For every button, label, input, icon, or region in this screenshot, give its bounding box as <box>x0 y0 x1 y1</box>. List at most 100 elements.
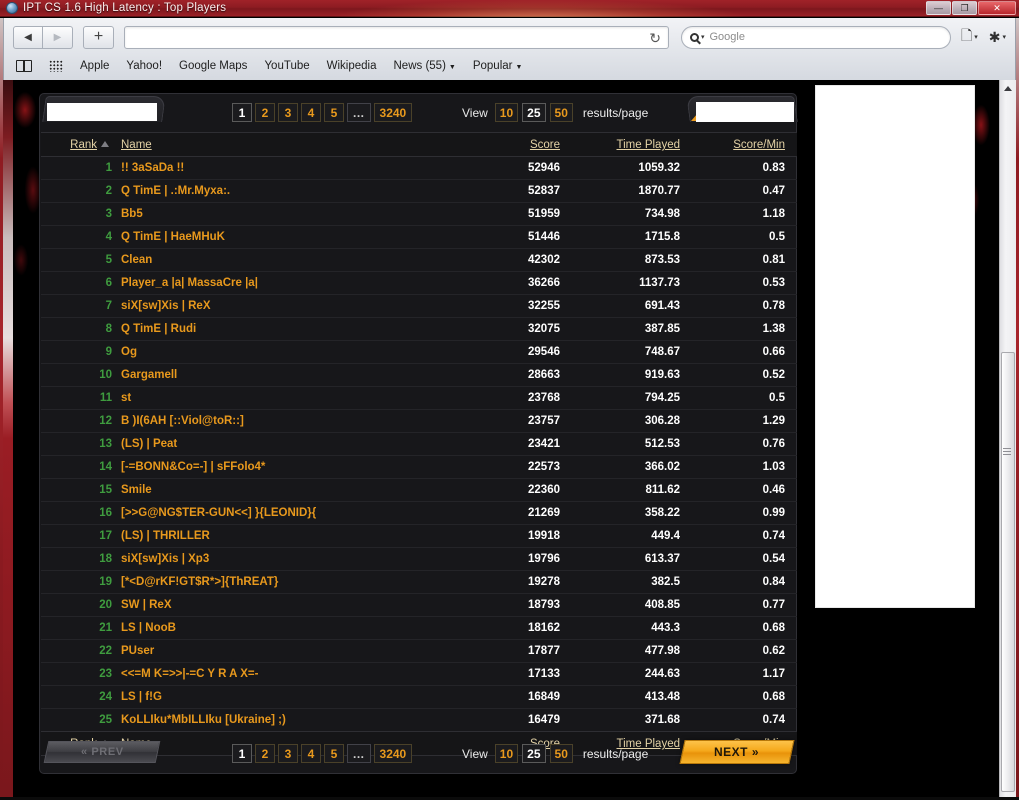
cell-player-name[interactable]: Q TimE | Rudi <box>115 318 465 341</box>
cell-rank: 14 <box>99 461 112 473</box>
cell-player-name[interactable]: [*<D@rKF!GT$R*>]{ThREAT} <box>115 571 465 594</box>
column-header-rank-label: Rank <box>70 139 97 151</box>
vertical-scrollbar[interactable] <box>999 80 1016 797</box>
cell-player-name[interactable]: Clean <box>115 249 465 272</box>
page-link-5[interactable]: 5 <box>324 103 344 122</box>
cell-player-name[interactable]: [>>G@NG$TER-GUN<<] }{LEONID}{ <box>115 502 465 525</box>
cell-time-played: 794.25 <box>644 392 680 404</box>
page-link-4[interactable]: 4 <box>301 103 321 122</box>
page-link-2[interactable]: 2 <box>255 103 275 122</box>
cell-score: 17133 <box>528 668 560 680</box>
bookmark-label: YouTube <box>264 60 310 72</box>
column-header-time-played[interactable]: Time Played <box>573 132 693 157</box>
search-placeholder: Google <box>709 31 745 43</box>
grid-icon[interactable] <box>49 60 63 72</box>
bookmark-wikipedia[interactable]: Wikipedia <box>327 60 377 72</box>
cell-time-played: 1059.32 <box>638 162 680 174</box>
cell-player-name[interactable]: Smile <box>115 479 465 502</box>
bookmark-youtube[interactable]: YouTube <box>264 60 309 72</box>
column-header-score-min[interactable]: Score/Min <box>693 132 797 157</box>
cell-player-name[interactable]: Player_a |a| MassaCre |a| <box>115 272 465 295</box>
cell-player-name[interactable]: LS | f!G <box>115 686 465 709</box>
page-link-last[interactable]: 3240 <box>373 103 413 122</box>
bookmark-news[interactable]: News (55) ▼ <box>394 60 456 72</box>
page-link-1[interactable]: 1 <box>232 103 252 122</box>
column-header-score[interactable]: Score <box>465 132 573 157</box>
cell-player-name[interactable]: siX[sw]Xis | Xp3 <box>115 548 465 571</box>
page-link-4[interactable]: 4 <box>301 744 321 763</box>
minimize-button[interactable]: — <box>926 1 951 15</box>
cell-rank: 5 <box>105 254 112 266</box>
table-head: Rank Name Score Time Played Score/Min <box>41 132 797 157</box>
view-option-25[interactable]: 25 <box>522 744 546 763</box>
leaderboard-table: Rank Name Score Time Played Score/Min 1 … <box>41 132 797 756</box>
cell-score-min: 0.78 <box>762 300 785 312</box>
close-button[interactable]: ✕ <box>978 1 1016 15</box>
bookmark-google-maps[interactable]: Google Maps <box>179 60 247 72</box>
cell-player-name[interactable]: !! 3aSaDa !! <box>115 157 465 180</box>
maximize-button[interactable]: ❐ <box>952 1 977 15</box>
next-page-button[interactable]: NEXT » <box>679 740 795 764</box>
column-header-rank[interactable]: Rank <box>41 132 115 157</box>
page-link-2[interactable]: 2 <box>255 744 275 763</box>
cell-player-name[interactable]: LS | NooB <box>115 617 465 640</box>
cell-rank: 11 <box>99 392 112 404</box>
new-tab-button[interactable]: + <box>83 25 114 49</box>
column-header-name[interactable]: Name <box>115 132 465 157</box>
cell-player-name[interactable]: Bb5 <box>115 203 465 226</box>
cell-player-name[interactable]: st <box>115 387 465 410</box>
bookmark-apple[interactable]: Apple <box>80 60 109 72</box>
book-icon[interactable] <box>16 59 32 72</box>
cell-player-name[interactable]: PUser <box>115 640 465 663</box>
cell-score-min: 0.62 <box>762 645 785 657</box>
table-row: 7 siX[sw]Xis | ReX 32255 691.43 0.78 <box>41 295 797 318</box>
leaderboard-panel: 1 2 3 4 5 ... 3240 View 10 25 50 results… <box>39 93 798 774</box>
view-option-10[interactable]: 10 <box>494 103 519 122</box>
reload-icon[interactable]: ↻ <box>649 30 661 46</box>
cell-player-name[interactable]: siX[sw]Xis | ReX <box>115 295 465 318</box>
cell-player-name[interactable]: Q TimE | HaeMHuK <box>115 226 465 249</box>
view-option-50[interactable]: 50 <box>549 103 573 122</box>
cell-player-name[interactable]: Q TimE | .:Mr.Myxa:. <box>115 180 465 203</box>
cell-player-name[interactable]: Gargamell <box>115 364 465 387</box>
browser-window: IPT CS 1.6 High Latency : Top Players — … <box>0 0 1019 800</box>
page-link-1[interactable]: 1 <box>232 744 252 763</box>
view-option-50[interactable]: 50 <box>549 744 573 763</box>
cell-score: 52946 <box>528 162 560 174</box>
cell-player-name[interactable]: Og <box>115 341 465 364</box>
forward-button[interactable]: ▶ <box>43 25 73 49</box>
page-link-3[interactable]: 3 <box>278 103 298 122</box>
view-option-10[interactable]: 10 <box>494 744 519 763</box>
page-link-5[interactable]: 5 <box>324 744 344 763</box>
search-input[interactable]: ▾ Google <box>680 25 951 49</box>
cell-player-name[interactable]: [-=BONN&Co=-] | sFFolo4* <box>115 456 465 479</box>
address-bar[interactable]: ↻ <box>124 25 669 49</box>
back-button[interactable]: ◀ <box>13 25 43 49</box>
cell-score-min: 1.17 <box>762 668 785 680</box>
chevron-down-icon: ▼ <box>448 64 456 71</box>
scroll-up-button[interactable] <box>1000 80 1016 96</box>
gear-icon[interactable]: ✱ ▾ <box>989 29 1006 46</box>
table-row: 6 Player_a |a| MassaCre |a| 36266 1137.73 0.… <box>41 272 797 295</box>
cell-score-min: 0.47 <box>762 185 785 197</box>
table-header-row: Rank Name Score Time Played Score/Min <box>41 132 797 157</box>
scrollbar-thumb[interactable] <box>1001 352 1015 792</box>
bookmark-popular[interactable]: Popular ▼ <box>473 60 523 72</box>
cell-rank: 18 <box>99 553 112 565</box>
page-link-3[interactable]: 3 <box>278 744 298 763</box>
cell-player-name[interactable]: (LS) | Peat <box>115 433 465 456</box>
view-option-25[interactable]: 25 <box>522 103 546 122</box>
chevron-down-icon[interactable]: ▾ <box>701 33 705 41</box>
cell-player-name[interactable]: <<=M K=>>|-=C Y R A X=- <box>115 663 465 686</box>
cell-score-min: 0.99 <box>762 507 785 519</box>
cell-player-name[interactable]: SW | ReX <box>115 594 465 617</box>
cell-player-name[interactable]: B )I(6AH [::Viol@toR::] <box>115 410 465 433</box>
cell-player-name[interactable]: KoLLIku*MbILLIku [Ukraine] ;) <box>115 709 465 732</box>
cell-player-name[interactable]: (LS) | THRILLER <box>115 525 465 548</box>
prev-page-label: « PREV <box>80 746 124 758</box>
page-link-last[interactable]: 3240 <box>373 744 413 763</box>
bookmark-yahoo[interactable]: Yahoo! <box>126 60 162 72</box>
page-icon[interactable]: 🗋 ▾ <box>961 25 978 49</box>
cell-score: 19278 <box>528 576 560 588</box>
page-viewport: 1 2 3 4 5 ... 3240 View 10 25 50 results… <box>3 80 1016 797</box>
